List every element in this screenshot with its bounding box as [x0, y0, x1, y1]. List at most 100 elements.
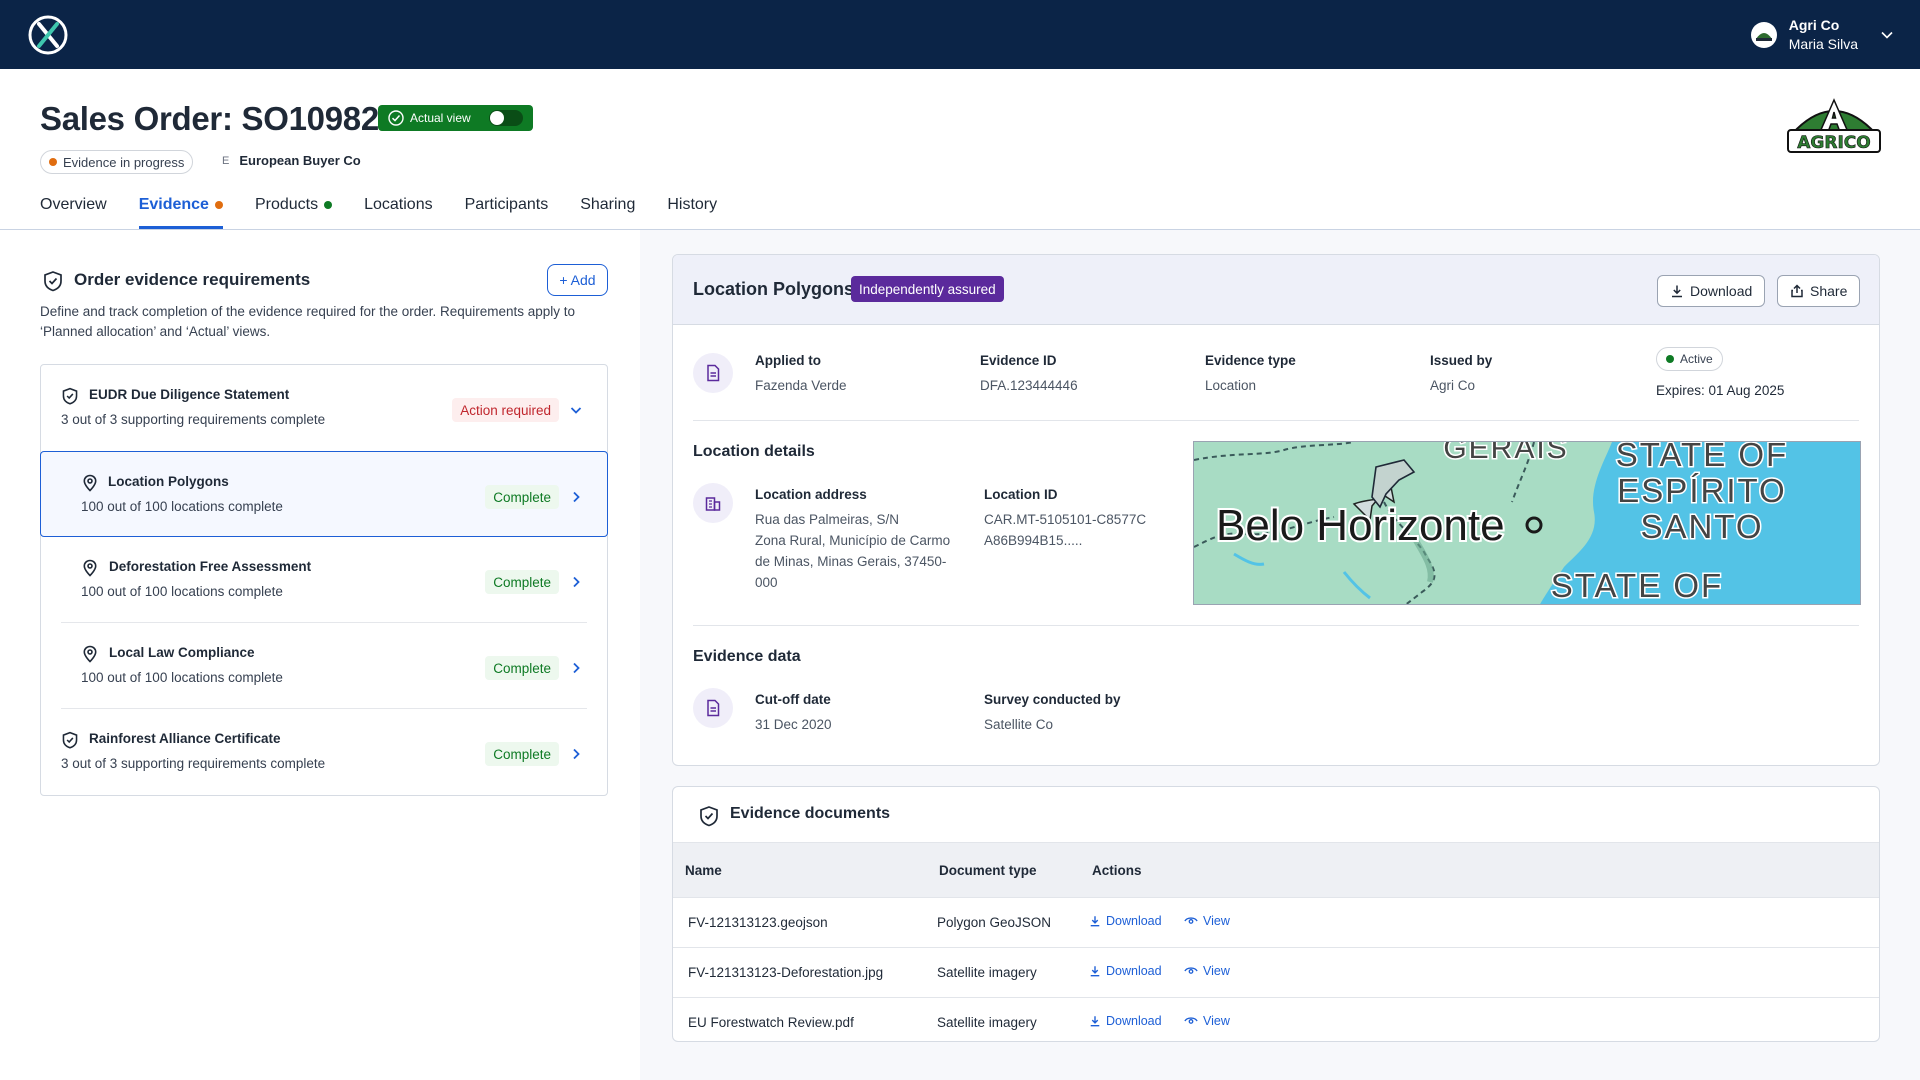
requirement-progress: 100 out of 100 locations complete — [81, 670, 283, 685]
column-name: Name — [685, 863, 722, 878]
evidence-title: Location Polygons — [693, 279, 855, 299]
row-view-link[interactable]: View — [1184, 1014, 1230, 1028]
survey-value: Satellite Co — [984, 717, 1054, 732]
order-status-badge: Evidence in progress — [40, 150, 194, 174]
requirement-name: Location Polygons — [108, 474, 229, 489]
documents-title: Evidence documents — [730, 805, 891, 822]
document-type: Satellite imagery — [937, 965, 1037, 980]
map-label-city: Belo Horizonte — [1216, 501, 1505, 550]
table-row: EU Forestwatch Review.pdf Satellite imag… — [673, 997, 1879, 1041]
buyer-initial-icon: E — [222, 154, 230, 167]
svg-text:AGRICO: AGRICO — [1797, 133, 1870, 153]
eye-icon — [1184, 1017, 1198, 1024]
tab-participants[interactable]: Participants — [465, 196, 549, 227]
building-icon — [693, 483, 733, 523]
add-requirement-button[interactable]: + Add — [547, 264, 608, 296]
table-row: FV-121313123-Deforestation.jpg Satellite… — [673, 947, 1879, 997]
map-label-region: GERAIS — [1443, 442, 1568, 465]
row-view-link[interactable]: View — [1184, 964, 1230, 978]
requirement-progress: 3 out of 3 supporting requirements compl… — [61, 756, 326, 771]
status-dot — [49, 158, 57, 166]
tab-sharing[interactable]: Sharing — [580, 196, 635, 227]
chevron-right-icon[interactable] — [569, 575, 583, 589]
issued-by-value: Agri Co — [1430, 378, 1476, 393]
table-row: FV-121313123.geojson Polygon GeoJSON Dow… — [673, 897, 1879, 947]
shield-check-icon — [62, 387, 78, 405]
requirement-eudr[interactable]: EUDR Due Diligence Statement 3 out of 3 … — [41, 365, 607, 451]
evidence-type-label: Evidence type — [1205, 353, 1296, 368]
evidence-id-label: Evidence ID — [980, 353, 1057, 368]
tab-alert-dot — [214, 201, 223, 209]
chevron-down-icon[interactable] — [1880, 28, 1894, 42]
evidence-detail-card: Location Polygons Independently assured … — [672, 254, 1880, 766]
requirement-deforestation[interactable]: Deforestation Free Assessment 100 out of… — [41, 537, 607, 623]
share-icon — [1791, 284, 1803, 298]
applied-to-label: Applied to — [755, 353, 821, 368]
chevron-right-icon[interactable] — [569, 490, 583, 504]
chevron-down-icon[interactable] — [569, 403, 583, 417]
active-dot — [1666, 355, 1674, 363]
eye-icon — [1184, 967, 1198, 974]
shield-check-icon — [44, 271, 62, 292]
issued-by-label: Issued by — [1430, 353, 1493, 368]
tab-evidence[interactable]: Evidence — [138, 196, 224, 229]
buyer-name: European Buyer Co — [239, 153, 361, 168]
check-circle-icon — [388, 110, 404, 126]
requirement-local-law[interactable]: Local Law Compliance 100 out of 100 loca… — [41, 623, 607, 709]
documents-table-header: Name Document type Actions — [673, 842, 1879, 897]
requirement-name: Deforestation Free Assessment — [109, 559, 312, 574]
column-document-type: Document type — [939, 863, 1037, 878]
tab-history[interactable]: History — [667, 196, 717, 227]
download-icon — [1672, 285, 1682, 298]
org-name: Agri Co — [1788, 17, 1840, 33]
tab-overview[interactable]: Overview — [40, 196, 107, 227]
action-required-badge: Action required — [452, 398, 559, 422]
requirement-name: Local Law Compliance — [109, 645, 255, 660]
map-label-state-1c: SANTO — [1640, 508, 1763, 545]
document-icon — [693, 353, 733, 393]
requirement-location-polygons[interactable]: Location Polygons 100 out of 100 locatio… — [40, 451, 608, 537]
requirement-progress: 3 out of 3 supporting requirements compl… — [61, 412, 326, 427]
tab-locations[interactable]: Locations — [364, 196, 433, 227]
org-avatar — [1750, 22, 1777, 48]
evidence-data-title: Evidence data — [693, 648, 801, 665]
map-pin-icon — [83, 474, 97, 492]
chevron-right-icon[interactable] — [569, 747, 583, 761]
requirement-rainforest-alliance[interactable]: Rainforest Alliance Certificate 3 out of… — [41, 709, 607, 795]
agrico-logo: AGRICO — [1786, 96, 1882, 156]
map-pin-icon — [83, 559, 97, 577]
active-status-badge: Active — [1656, 347, 1723, 371]
complete-badge: Complete — [485, 656, 559, 680]
assurance-badge: Independently assured — [851, 276, 1004, 302]
requirements-list: EUDR Due Diligence Statement 3 out of 3 … — [40, 364, 608, 796]
tab-products[interactable]: Products — [255, 196, 333, 227]
location-map[interactable]: GERAIS STATE OF ESPÍRITO SANTO STATE OF … — [1193, 441, 1861, 605]
row-download-link[interactable]: Download — [1089, 964, 1162, 978]
chevron-right-icon[interactable] — [569, 661, 583, 675]
location-id-label: Location ID — [984, 487, 1058, 502]
location-address-value: Rua das Palmeiras, S/N Zona Rural, Munic… — [755, 512, 951, 590]
evidence-documents-card: Evidence documents Name Document type Ac… — [672, 786, 1880, 1042]
map-pin-icon — [83, 645, 97, 663]
user-menu[interactable]: Agri Co Maria Silva — [1750, 16, 1894, 54]
download-icon — [1090, 966, 1100, 977]
status-text: Evidence in progress — [63, 154, 185, 170]
actual-view-toggle[interactable]: Actual view — [378, 105, 533, 131]
shield-check-icon — [62, 731, 78, 749]
share-button[interactable]: Share — [1777, 275, 1861, 307]
top-nav-bar: Agri Co Maria Silva — [0, 0, 1920, 69]
tab-complete-dot — [324, 201, 333, 209]
download-icon — [1090, 1016, 1100, 1027]
user-name: Maria Silva — [1788, 36, 1858, 52]
row-download-link[interactable]: Download — [1089, 914, 1162, 928]
row-view-link[interactable]: View — [1184, 914, 1230, 928]
app-logo-icon[interactable] — [26, 13, 70, 57]
download-button[interactable]: Download — [1657, 275, 1766, 307]
cutoff-date-label: Cut-off date — [755, 692, 831, 707]
row-download-link[interactable]: Download — [1089, 1014, 1162, 1028]
location-details-title: Location details — [693, 443, 815, 460]
requirements-title: Order evidence requirements — [74, 270, 311, 289]
document-name: EU Forestwatch Review.pdf — [688, 1015, 854, 1030]
buyer-link[interactable]: E European Buyer Co — [222, 153, 361, 168]
toggle-switch[interactable] — [489, 110, 523, 126]
